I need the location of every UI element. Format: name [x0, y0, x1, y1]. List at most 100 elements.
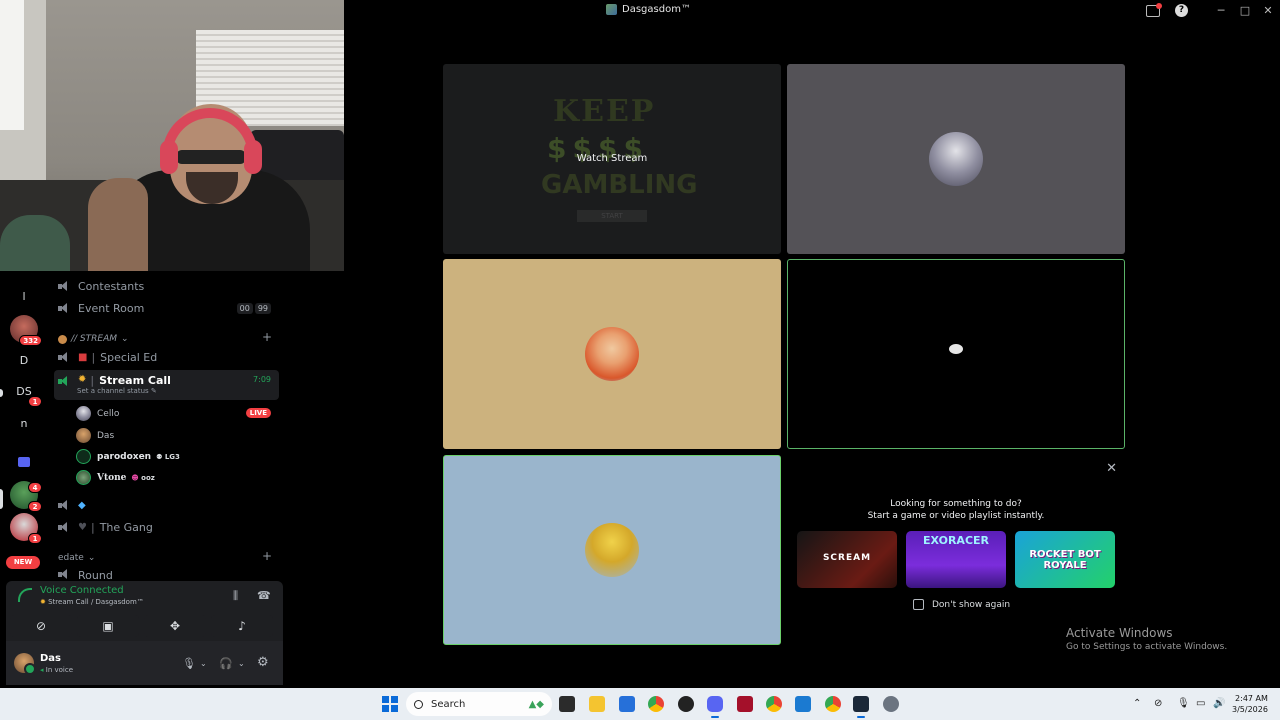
camera-off-icon: ⊘ [35, 619, 47, 633]
add-channel-icon[interactable]: + [262, 330, 272, 344]
avatar[interactable] [14, 653, 36, 675]
cookie-icon [58, 334, 67, 344]
noise-suppression-icon[interactable]: ⫼ [233, 589, 238, 603]
chrome-icon[interactable] [648, 696, 664, 712]
activity-prompt: Looking for something to do? Start a gam… [867, 499, 1045, 521]
game-card-scream[interactable]: SCREAM [797, 531, 897, 588]
server-l[interactable]: l [10, 283, 38, 311]
mic-icon[interactable]: 🎙 [1177, 698, 1190, 709]
chrome-profile-icon[interactable] [766, 696, 782, 712]
volume-icon[interactable]: 🔊 [1213, 698, 1225, 709]
server-n[interactable]: n [10, 410, 38, 438]
checkbox[interactable] [913, 599, 924, 610]
category-stream[interactable]: // STREAM ⌄ + [58, 330, 278, 346]
obs-icon[interactable] [678, 696, 694, 712]
game-card-rocket-bot-royale[interactable]: ROCKET BOT ROYALE [1015, 531, 1115, 588]
photos-icon[interactable] [795, 696, 811, 712]
server-folder-group[interactable]: 4 2 [10, 481, 42, 512]
soundboard-button[interactable]: ♪ [211, 615, 273, 637]
speaker-icon [58, 352, 70, 363]
headphones-icon[interactable]: 🎧 [219, 657, 233, 670]
file-explorer-icon[interactable] [589, 696, 605, 712]
stream-tile[interactable]: KEEP $$$$ GAMBLING START Watch Stream [443, 64, 781, 254]
channel-event-room[interactable]: Event Room 00 99 [54, 298, 279, 319]
settings-icon[interactable] [883, 696, 899, 712]
display-icon[interactable]: ▭ [1196, 698, 1205, 709]
heart-icon: ♥ [78, 522, 87, 533]
chrome-profile-icon[interactable] [825, 696, 841, 712]
channel-stream-call[interactable]: ✹ | Stream Call 7:09 Set a channel statu… [54, 370, 279, 400]
chevron-down-icon[interactable]: ⌄ [238, 659, 245, 668]
speaker-icon [58, 569, 70, 580]
channel-gem[interactable]: ◆ [54, 495, 279, 516]
username[interactable]: Das [40, 653, 61, 664]
close-icon[interactable]: ✕ [1106, 461, 1117, 476]
close-icon[interactable]: ✕ [1260, 3, 1276, 19]
category-edate[interactable]: edate ⌄ + [58, 549, 278, 565]
disconnect-icon[interactable]: ☎ [257, 589, 271, 602]
network-icon[interactable]: ⊘ [1154, 698, 1162, 709]
dont-show-again-option[interactable]: Don't show again [913, 599, 1010, 610]
activities-button[interactable]: ✥ [144, 615, 206, 637]
acrobat-icon[interactable] [737, 696, 753, 712]
server-d[interactable]: D [10, 347, 38, 375]
camera-off-button[interactable]: ⊘ [10, 615, 72, 637]
voice-status[interactable]: Voice Connected [40, 585, 124, 596]
channel-special-ed[interactable]: ■ | Special Ed [54, 347, 279, 368]
steam-icon[interactable] [853, 696, 869, 712]
participant-tile-das[interactable] [443, 259, 781, 449]
participant-tile-cello[interactable] [787, 64, 1125, 254]
game-card-exoracer[interactable]: EXORACER [906, 531, 1006, 588]
add-channel-icon[interactable]: + [262, 549, 272, 563]
activities-icon: ✥ [169, 619, 181, 633]
mention-badge: 1 [28, 396, 42, 407]
chevron-up-icon[interactable]: ⌃ [1133, 698, 1141, 709]
taskbar-clock[interactable]: 2:47 AM 3/5/2026 [1232, 693, 1268, 715]
screen-share-icon: ▣ [102, 619, 114, 633]
task-view-icon[interactable] [559, 696, 575, 712]
user-limit-badge: 00 99 [236, 303, 271, 314]
folder-icon[interactable] [18, 457, 30, 467]
maximize-icon[interactable]: □ [1237, 3, 1253, 19]
help-icon[interactable]: ? [1175, 4, 1188, 17]
server-ds[interactable]: DS 1 [10, 378, 42, 407]
discord-icon[interactable] [707, 696, 723, 712]
new-badge[interactable]: NEW [6, 556, 40, 569]
activity-suggestion-panel: ✕ Looking for something to do? Start a g… [787, 455, 1125, 645]
discord-window: Dasgasdom™ ? ─ □ ✕ l 332 D DS 1 n 4 2 1 … [0, 0, 1280, 720]
server-avatar[interactable]: 332 [10, 315, 42, 346]
search-icon [414, 699, 423, 709]
user-panel: Das ◂ In voice 🎙 ⌄ 🎧 ⌄ ⚙ [6, 641, 283, 685]
server-avatar[interactable]: 1 [10, 513, 42, 544]
mic-icon[interactable]: 🎙 [182, 657, 196, 670]
chevron-down-icon[interactable]: ⌄ [200, 659, 207, 668]
windows-start-icon[interactable] [382, 696, 398, 712]
channel-status-prompt[interactable]: Set a channel status ✎ [77, 387, 157, 395]
call-timer: 7:09 [253, 375, 271, 384]
mention-badge: 4 [28, 482, 42, 493]
watch-stream-button[interactable]: Watch Stream [573, 150, 651, 168]
webcam-overlay [0, 0, 344, 271]
channel-the-gang[interactable]: ♥ | The Gang [54, 517, 279, 538]
voice-member-parodoxen[interactable]: parodoxen ⚉ LG3 [76, 447, 276, 466]
signal-icon[interactable] [18, 590, 30, 602]
store-icon[interactable] [619, 696, 635, 712]
participant-tile-parodoxen[interactable] [787, 259, 1125, 449]
participant-tile-vtone[interactable] [443, 455, 781, 645]
voice-member-vtone[interactable]: Vtone ☻ ooz [76, 468, 276, 487]
minimize-icon[interactable]: ─ [1213, 3, 1229, 19]
channel-round[interactable]: Round [54, 569, 279, 581]
gear-icon[interactable]: ⚙ [257, 655, 269, 670]
avatar [949, 344, 963, 354]
activate-windows-watermark: Activate Windows Go to Settings to activ… [1066, 626, 1228, 652]
server-rail: l 332 D DS 1 n 4 2 1 NEW [0, 271, 48, 581]
voice-location[interactable]: ✹ Stream Call / Dasgasdom™ [40, 598, 144, 606]
voice-member-cello[interactable]: Cello LIVE [76, 404, 276, 423]
share-screen-button[interactable]: ▣ [77, 615, 139, 637]
sun-icon: ✹ [40, 598, 46, 606]
voice-member-das[interactable]: Das [76, 426, 276, 445]
channel-contestants[interactable]: Contestants [54, 276, 279, 297]
avatar [76, 406, 91, 421]
taskbar-search[interactable]: Search ▲◆ [406, 692, 552, 716]
inbox-icon[interactable] [1146, 3, 1162, 17]
